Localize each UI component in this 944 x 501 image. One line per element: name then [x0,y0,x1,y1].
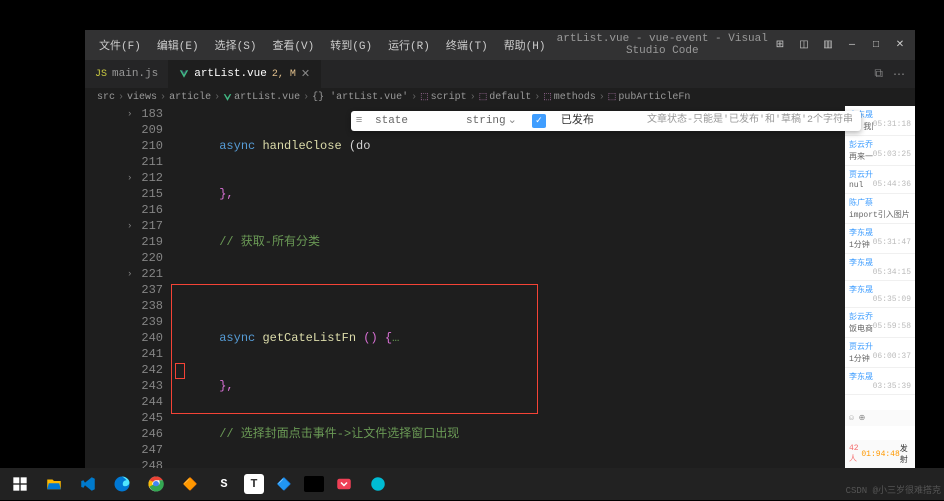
watermark: CSDN @小三岁很难搭克 [846,486,941,497]
chat-panel: 李东晟05:31:183: 我回来 彭云乔05:03:25再来一个bug就跑 贾… [845,106,915,468]
menu-file[interactable]: 文件(F) [93,35,147,55]
tab-modified-label: 2, M [272,69,296,80]
edge-icon[interactable] [108,470,136,498]
chat-time: 01:94:48 [861,450,899,459]
terminal-icon[interactable] [304,476,324,492]
menu-edit[interactable]: 编辑(E) [151,35,205,55]
chat-message[interactable]: 李东晟05:31:471分钟 [845,224,915,254]
viewer-count: 42人 [849,444,861,464]
send-button[interactable]: 发射 [900,443,911,465]
chat-message[interactable]: 陈广蔡import引入图片 [845,194,915,224]
check-icon: ✓ [532,114,546,128]
close-icon[interactable]: ✕ [893,38,907,52]
js-icon: JS [95,69,107,80]
minimize-icon[interactable]: — [845,38,859,52]
tab-close-icon[interactable]: ✕ [301,67,310,81]
menu-view[interactable]: 查看(V) [266,35,320,55]
chat-message[interactable]: 彭云乔05:59:58饭电商个文章健康vs·形容词要点打杂 [845,308,915,338]
menu-help[interactable]: 帮助(H) [498,35,552,55]
titlebar: 文件(F) 编辑(E) 选择(S) 查看(V) 转到(G) 运行(R) 终端(T… [85,30,915,60]
chat-footer: ☺ ⊕ [845,410,915,426]
start-icon[interactable] [6,470,34,498]
app-icon[interactable]: 🔷 [270,470,298,498]
menu-terminal[interactable]: 终端(T) [440,35,494,55]
vue-icon [179,69,189,79]
explorer-icon[interactable] [40,470,68,498]
tab-artlist[interactable]: artList.vue 2, M ✕ [169,60,321,88]
typora-icon[interactable]: T [244,474,264,494]
chat-message[interactable]: 贾云升06:00:371分钟 [845,338,915,368]
chat-message[interactable]: 贾云升05:44:36nul [845,166,915,194]
maximize-icon[interactable]: □ [869,38,883,52]
app-icon[interactable]: 🔶 [176,470,204,498]
highlight-marker [175,363,185,379]
type-hint-popup: ≡ state string ⌄ ✓ 已发布 文章状态-只能是'已发布'和'草稿… [351,111,861,131]
layout-icon[interactable]: ⊞ [773,38,787,52]
prop-value: 已发布 [561,113,594,129]
vue-icon [223,93,232,102]
breadcrumb[interactable]: src› views› article› artList.vue› {} 'ar… [85,88,915,106]
chat-message[interactable]: 李东晟05:35:09 [845,281,915,308]
chrome-icon[interactable] [142,470,170,498]
layout3-icon[interactable]: ▥ [821,38,835,52]
menu-goto[interactable]: 转到(G) [324,35,378,55]
typora-icon[interactable]: S [210,470,238,498]
method-icon: ⬚ [543,92,552,102]
layout2-icon[interactable]: ◫ [797,38,811,52]
prop-name: state [367,113,416,129]
menu-icon[interactable]: ≡ [351,113,367,129]
code-editor[interactable]: ›183 209 210 211 ›212 215 216 ›217 219 2… [125,106,845,468]
tab-label: main.js [112,68,158,80]
line-gutter: ›183 209 210 211 ›212 215 216 ›217 219 2… [125,106,171,468]
prop-description: 文章状态-只能是'已发布'和'草稿'2个字符串 [647,113,853,129]
chat-message[interactable]: 李东晟05:34:15 [845,254,915,281]
tag-icon: ⬚ [479,92,488,102]
app-icon[interactable] [364,470,392,498]
chat-message[interactable]: 彭云乔05:03:25再来一个bug就跑 [845,136,915,166]
chat-message[interactable]: 李东晟03:35:39 [845,368,915,395]
window-title: artList.vue - vue-event - Visual Studio … [556,33,770,57]
vscode-icon[interactable] [74,470,102,498]
editor-tabs: JS main.js artList.vue 2, M ✕ ⧉ ⋯ [85,60,915,88]
emoji-icon[interactable]: ☺ ⊕ [849,413,865,423]
split-editor-icon[interactable]: ⧉ [874,67,883,82]
chevron-down-icon[interactable]: ⌄ [508,113,517,129]
tab-label: artList.vue [194,68,267,80]
prop-type: string [466,113,506,129]
method-icon: ⬚ [608,92,617,102]
more-icon[interactable]: ⋯ [893,67,905,82]
windows-taskbar: 🔶 S T 🔷 [0,468,944,500]
highlight-box [171,284,538,414]
tag-icon: ⬚ [420,92,429,102]
code-content[interactable]: async handleClose (do }, // 获取-所有分类 asyn… [171,106,845,468]
menu-run[interactable]: 运行(R) [382,35,436,55]
menu-select[interactable]: 选择(S) [209,35,263,55]
pocket-icon[interactable] [330,470,358,498]
tab-mainjs[interactable]: JS main.js [85,60,169,88]
